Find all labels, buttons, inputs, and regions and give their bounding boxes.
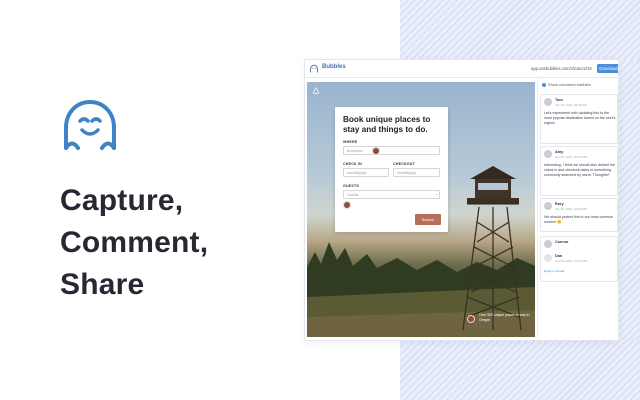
reply-user: Dan	[555, 254, 563, 258]
comment-thread[interactable]: Rory Jun 09, 2021, 10:09 PM We should pr…	[540, 198, 618, 232]
comment-author: Tom	[555, 98, 563, 102]
show-comments-toggle[interactable]: Show comment bubbles	[542, 82, 591, 87]
reply-user-header: Dan Jun 09, 2021, 10:14 PM	[544, 254, 616, 264]
avatar	[544, 202, 552, 210]
comment-time: Jun 09, 2021, 09:57 PM	[555, 155, 587, 159]
decorative-stripes-bottom	[400, 340, 640, 400]
guests-select[interactable]: Guests	[343, 190, 440, 199]
comment-marker[interactable]	[467, 315, 475, 323]
avatar	[544, 254, 552, 262]
download-button[interactable]: Download	[597, 64, 618, 73]
app-name: Bubbles	[322, 64, 346, 70]
where-label: WHERE	[343, 140, 358, 144]
comment-marker[interactable]	[343, 201, 351, 209]
comments-panel: Show comment bubbles Tom Jun 09, 2021, 0…	[537, 78, 618, 340]
booking-card: Book unique places to stay and things to…	[335, 107, 448, 232]
comment-header: Rory Jun 09, 2021, 10:09 PM	[544, 202, 616, 212]
reply-header: Connor	[544, 240, 616, 250]
headline-line-3: Share	[60, 268, 145, 301]
chevron-down-icon: ⌄	[435, 191, 439, 196]
reply-box[interactable]: Connor Dan Jun 09, 2021, 10:14 PM Reply …	[540, 236, 618, 282]
comment-header: Amy Jun 09, 2021, 09:57 PM	[544, 150, 616, 160]
avatar	[544, 240, 552, 248]
show-comments-label: Show comment bubbles	[548, 82, 591, 87]
comment-text: Let's experiment with updating this to t…	[544, 111, 616, 125]
comment-thread[interactable]: Tom Jun 09, 2021, 09:45 PM Let's experim…	[540, 94, 618, 144]
headline: Capture, Comment, Share	[60, 180, 290, 306]
comment-time: Jun 09, 2021, 10:09 PM	[555, 207, 587, 211]
guests-label: GUESTS	[343, 184, 359, 188]
comment-author: Rory	[555, 202, 564, 206]
decorative-stripes-top	[400, 0, 640, 60]
comment-text: Interesting, I think we should also defa…	[544, 163, 615, 177]
headline-line-1: Capture,	[60, 184, 184, 217]
caption-text: Over 500 unique places to stay in Oregon	[479, 313, 530, 322]
comment-text: We should protect this to our most commo…	[544, 215, 614, 224]
comment-marker[interactable]	[372, 147, 380, 155]
captured-screenshot[interactable]: Book unique places to stay and things to…	[307, 82, 535, 337]
comment-time: Jun 09, 2021, 09:45 PM	[555, 103, 587, 107]
toggle-dot-icon	[542, 82, 546, 87]
share-url[interactable]: app.usebubbles.com/1fa3e21f19	[531, 66, 592, 71]
decorative-stripes-right	[618, 60, 640, 340]
window-titlebar: Bubbles app.usebubbles.com/1fa3e21f19 Do…	[305, 60, 618, 78]
comment-header: Tom Jun 09, 2021, 09:45 PM	[544, 98, 616, 108]
reply-link[interactable]: Reply to thread	[544, 269, 564, 273]
bubbles-logo-icon	[310, 64, 318, 73]
reply-author: Connor	[555, 240, 569, 244]
comment-author: Amy	[555, 150, 564, 154]
ghost-icon	[64, 99, 116, 150]
checkout-input[interactable]: mm/dd/yyyy	[393, 168, 440, 177]
reply-time: Jun 09, 2021, 10:14 PM	[555, 259, 587, 263]
search-button[interactable]: Search	[415, 214, 441, 225]
checkin-input[interactable]: mm/dd/yyyy	[343, 168, 389, 177]
card-title: Book unique places to stay and things to…	[343, 115, 431, 134]
avatar	[544, 98, 552, 106]
avatar	[544, 150, 552, 158]
site-logo-icon	[313, 87, 319, 95]
checkout-label: CHECKOUT	[393, 162, 415, 166]
promo-stage: Capture, Comment, Share Bubbles app.useb…	[0, 0, 640, 400]
where-input[interactable]: Anywhere	[343, 146, 440, 155]
checkin-label: CHECK IN	[343, 162, 362, 166]
app-window: Bubbles app.usebubbles.com/1fa3e21f19 Do…	[305, 60, 618, 340]
headline-line-2: Comment,	[60, 226, 209, 259]
comment-thread[interactable]: Amy Jun 09, 2021, 09:57 PM Interesting, …	[540, 146, 618, 196]
